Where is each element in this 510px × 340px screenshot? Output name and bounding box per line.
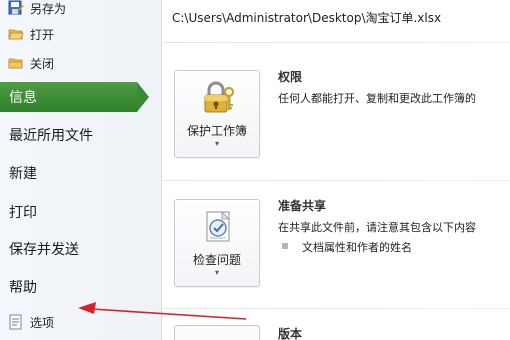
section-description: 在共享此文件前，请注意其包含以下内容: [278, 221, 476, 234]
section-divider: [164, 308, 510, 309]
sidebar-item-label: 选项: [30, 315, 55, 330]
sidebar-item-label: 关闭: [30, 56, 55, 71]
bullet-icon: [282, 243, 288, 249]
file-path: C:\Users\Administrator\Desktop\淘宝订单.xlsx: [172, 11, 442, 25]
lock-keys-icon: [200, 80, 236, 116]
protect-workbook-button[interactable]: 保护工作簿 ▾: [174, 70, 260, 158]
checklist-icon: [200, 209, 236, 245]
sidebar-item-options[interactable]: 选项: [8, 311, 148, 333]
section-divider: [164, 180, 510, 181]
sidebar-item-recent[interactable]: 最近所用文件: [0, 119, 150, 151]
section-title: 准备共享: [278, 199, 327, 213]
open-folder-icon: [8, 26, 24, 42]
close-folder-icon: [8, 55, 24, 71]
check-issues-button[interactable]: 检查问题 ▾: [174, 199, 260, 287]
button-label: 保护工作簿: [186, 124, 247, 138]
sidebar-item-label: 保存并发送: [9, 242, 79, 258]
sidebar-item-label: 另存为: [30, 1, 67, 16]
sidebar-item-label: 打印: [9, 205, 37, 221]
sidebar-item-save-send[interactable]: 保存并发送: [0, 233, 150, 265]
sidebar-item-open[interactable]: 打开: [8, 23, 148, 45]
sidebar-item-label: 最近所用文件: [9, 128, 93, 144]
sidebar-item-new[interactable]: 新建: [0, 157, 150, 189]
section-divider: [164, 42, 510, 43]
sidebar-item-help[interactable]: 帮助: [0, 271, 150, 303]
dropdown-arrow-icon: ▾: [214, 139, 219, 148]
section-sub-item: 文档属性和作者的姓名: [302, 241, 412, 254]
section-title: 版本: [278, 327, 303, 340]
section-description: 任何人都能打开、复制和更改此工作簿的: [278, 92, 476, 105]
manage-versions-button[interactable]: [174, 325, 260, 340]
sidebar-item-label: 信息: [9, 90, 37, 106]
options-icon: [8, 314, 24, 330]
button-label: 检查问题: [192, 253, 241, 267]
save-as-icon: [8, 0, 24, 16]
sidebar-item-label: 打开: [30, 27, 55, 42]
section-title: 权限: [278, 70, 303, 84]
sidebar-item-print[interactable]: 打印: [0, 196, 150, 228]
backstage-sidebar: 另存为 打开 关闭 信息 最近所用文件 新建 打印 保存并发送 帮助 选项: [0, 0, 162, 340]
sidebar-item-close[interactable]: 关闭: [8, 52, 148, 74]
sidebar-item-info[interactable]: 信息: [0, 82, 149, 112]
sidebar-item-save-as[interactable]: 另存为: [8, 0, 148, 19]
sidebar-item-label: 新建: [9, 166, 37, 182]
dropdown-arrow-icon: ▾: [214, 268, 219, 277]
sidebar-item-label: 帮助: [9, 280, 37, 296]
